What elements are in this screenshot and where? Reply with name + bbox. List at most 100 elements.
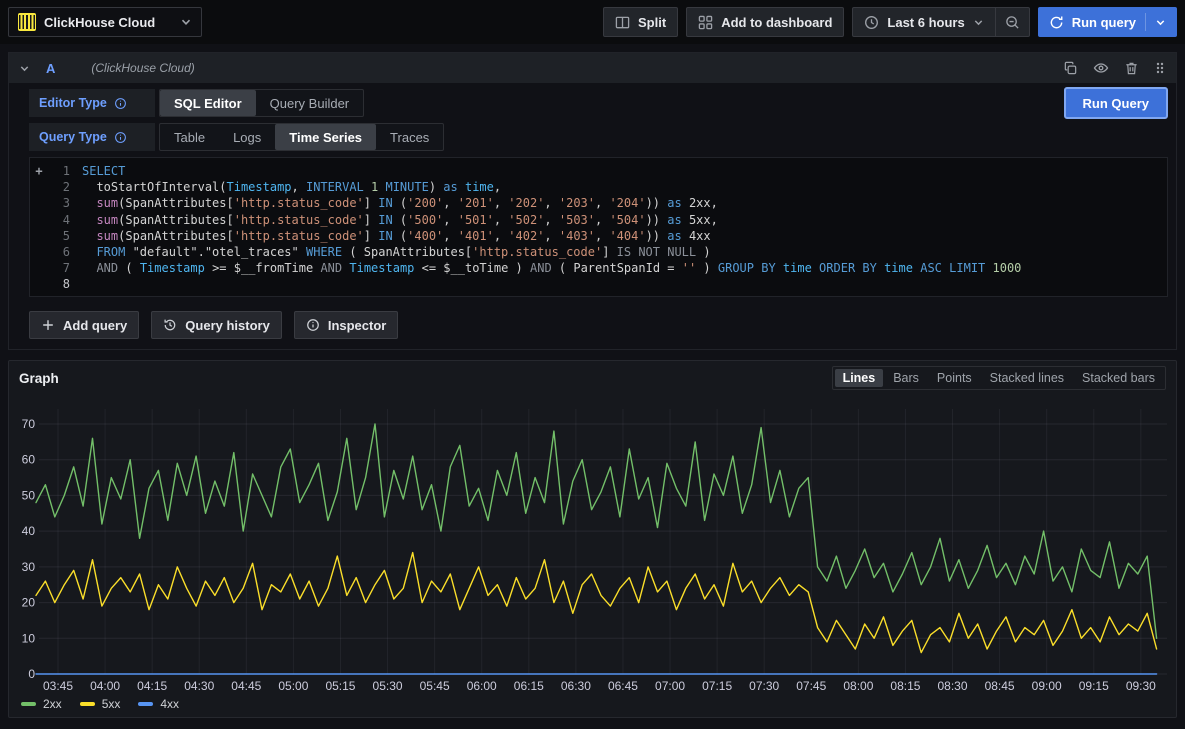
svg-text:07:30: 07:30 xyxy=(749,679,779,693)
svg-text:50: 50 xyxy=(22,488,36,502)
query-type-option-traces[interactable]: Traces xyxy=(376,124,443,150)
svg-text:10: 10 xyxy=(22,631,36,645)
drag-handle-icon[interactable] xyxy=(1154,61,1166,75)
graph-mode-lines[interactable]: Lines xyxy=(835,369,884,387)
editor-type-option-sql-editor[interactable]: SQL Editor xyxy=(160,90,256,116)
add-line-icon[interactable]: + xyxy=(30,163,48,179)
datasource-picker[interactable]: ClickHouse Cloud xyxy=(8,7,202,37)
info-icon xyxy=(306,318,320,332)
run-query-panel-button[interactable]: Run Query xyxy=(1064,87,1168,119)
svg-text:06:45: 06:45 xyxy=(608,679,638,693)
svg-text:0: 0 xyxy=(28,667,35,681)
query-type-option-time-series[interactable]: Time Series xyxy=(275,124,376,150)
gutter xyxy=(30,260,48,276)
line-number: 5 xyxy=(48,228,70,244)
code-text: sum(SpanAttributes['http.status_code'] I… xyxy=(70,195,718,211)
svg-text:09:30: 09:30 xyxy=(1126,679,1156,693)
split-icon xyxy=(615,15,630,30)
chevron-down-icon xyxy=(1155,17,1166,28)
editor-type-option-query-builder[interactable]: Query Builder xyxy=(256,90,363,116)
graph-panel: Graph LinesBarsPointsStacked linesStacke… xyxy=(8,360,1177,718)
info-icon[interactable] xyxy=(114,131,127,144)
svg-text:08:00: 08:00 xyxy=(843,679,873,693)
svg-text:07:00: 07:00 xyxy=(655,679,685,693)
history-icon xyxy=(163,318,177,332)
split-button[interactable]: Split xyxy=(603,7,678,37)
query-datasource-hint: (ClickHouse Cloud) xyxy=(91,61,194,75)
query-type-option-logs[interactable]: Logs xyxy=(219,124,275,150)
svg-text:30: 30 xyxy=(22,560,36,574)
line-number: 7 xyxy=(48,260,70,276)
refresh-icon xyxy=(1049,15,1064,30)
graph-mode-bars[interactable]: Bars xyxy=(885,369,927,387)
legend-item-4xx[interactable]: 4xx xyxy=(138,697,179,711)
time-picker-group: Last 6 hours xyxy=(852,7,1029,37)
delete-query-trash-icon[interactable] xyxy=(1124,61,1139,76)
graph-mode-stacked-lines[interactable]: Stacked lines xyxy=(982,369,1072,387)
svg-text:09:00: 09:00 xyxy=(1032,679,1062,693)
gutter xyxy=(30,276,48,292)
editor-type-label: Editor Type xyxy=(29,89,155,117)
gutter xyxy=(30,212,48,228)
query-type-label: Query Type xyxy=(29,123,155,151)
sql-editor[interactable]: +1SELECT2 toStartOfInterval(Timestamp, I… xyxy=(29,157,1168,297)
add-to-dashboard-button[interactable]: Add to dashboard xyxy=(686,7,844,37)
svg-text:05:30: 05:30 xyxy=(373,679,403,693)
query-type-row: Query Type TableLogsTime SeriesTraces xyxy=(29,123,1168,151)
svg-text:08:30: 08:30 xyxy=(938,679,968,693)
svg-text:04:30: 04:30 xyxy=(184,679,214,693)
svg-text:04:15: 04:15 xyxy=(137,679,167,693)
svg-text:09:15: 09:15 xyxy=(1079,679,1109,693)
editor-type-row: Editor Type SQL EditorQuery Builder Run … xyxy=(29,89,1168,117)
line-number: 8 xyxy=(48,276,70,292)
query-history-button[interactable]: Query history xyxy=(151,311,282,339)
query-type-option-table[interactable]: Table xyxy=(160,124,219,150)
line-number: 3 xyxy=(48,195,70,211)
clock-icon xyxy=(864,15,879,30)
legend-label: 4xx xyxy=(160,697,179,711)
legend-item-5xx[interactable]: 5xx xyxy=(80,697,121,711)
code-line: 5 sum(SpanAttributes['http.status_code']… xyxy=(30,228,1167,244)
svg-text:05:45: 05:45 xyxy=(420,679,450,693)
svg-text:06:00: 06:00 xyxy=(467,679,497,693)
line-number: 1 xyxy=(48,163,70,179)
code-line: +1SELECT xyxy=(30,163,1167,179)
run-query-label: Run query xyxy=(1072,15,1136,30)
chevron-down-icon xyxy=(973,17,984,28)
run-query-button[interactable]: Run query xyxy=(1038,7,1177,37)
line-number: 2 xyxy=(48,179,70,195)
info-icon[interactable] xyxy=(114,97,127,110)
gutter xyxy=(30,179,48,195)
split-label: Split xyxy=(638,15,666,30)
svg-text:07:15: 07:15 xyxy=(702,679,732,693)
graph-mode-toggle: LinesBarsPointsStacked linesStacked bars xyxy=(832,366,1166,390)
inspector-button[interactable]: Inspector xyxy=(294,311,399,339)
gutter xyxy=(30,228,48,244)
graph-mode-points[interactable]: Points xyxy=(929,369,980,387)
chart-legend: 2xx 5xx 4xx xyxy=(9,695,1176,717)
code-text: FROM "default"."otel_traces" WHERE ( Spa… xyxy=(70,244,711,260)
svg-text:04:45: 04:45 xyxy=(231,679,261,693)
legend-item-2xx[interactable]: 2xx xyxy=(21,697,62,711)
graph-mode-stacked-bars[interactable]: Stacked bars xyxy=(1074,369,1163,387)
query-type-segmented: TableLogsTime SeriesTraces xyxy=(159,123,444,151)
editor-type-segmented: SQL EditorQuery Builder xyxy=(159,89,364,117)
svg-text:03:45: 03:45 xyxy=(43,679,73,693)
query-row-header[interactable]: A (ClickHouse Cloud) xyxy=(9,53,1176,83)
collapse-chevron-icon[interactable] xyxy=(19,63,30,74)
duplicate-query-icon[interactable] xyxy=(1063,61,1078,76)
legend-swatch xyxy=(80,702,95,706)
add-query-button[interactable]: Add query xyxy=(29,311,139,339)
query-editor-section: A (ClickHouse Cloud) Editor Type xyxy=(8,52,1177,350)
code-text: sum(SpanAttributes['http.status_code'] I… xyxy=(70,228,711,244)
code-line: 7 AND ( Timestamp >= $__fromTime AND Tim… xyxy=(30,260,1167,276)
zoom-out-icon xyxy=(1005,15,1020,30)
legend-swatch xyxy=(21,702,36,706)
svg-text:06:15: 06:15 xyxy=(514,679,544,693)
zoom-out-button[interactable] xyxy=(996,7,1030,37)
button-label: Query history xyxy=(185,318,270,333)
code-line: 8 xyxy=(30,276,1167,292)
hide-query-eye-icon[interactable] xyxy=(1093,60,1109,76)
time-range-picker[interactable]: Last 6 hours xyxy=(852,7,995,37)
time-series-chart: 01020304050607003:4504:0004:1504:3004:45… xyxy=(9,395,1176,695)
